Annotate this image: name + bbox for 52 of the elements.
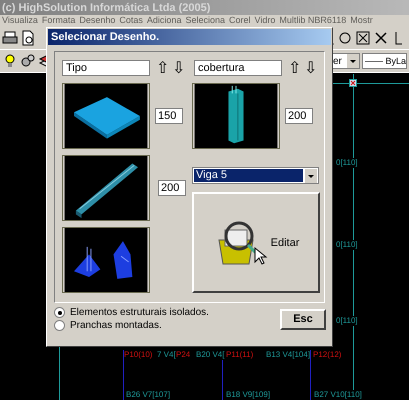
drawing-label: B20 V4[ <box>196 350 224 360</box>
menu-item[interactable]: Desenho <box>79 15 116 26</box>
size-field[interactable]: 200 <box>285 108 313 124</box>
size-field[interactable]: 150 <box>155 108 183 124</box>
menu-item[interactable]: Seleciona <box>185 15 225 26</box>
drawing-label: P24 <box>176 350 190 360</box>
menu-item[interactable]: Cotas <box>119 15 143 26</box>
window-title: (c) HighSolution Informática Ltda (2005) <box>2 2 210 14</box>
radio-option[interactable]: Pranchas montadas. <box>54 320 209 331</box>
menu-item[interactable]: Adiciona <box>146 15 182 26</box>
drawing-label: B18 V9[109] <box>226 390 270 400</box>
arrow-button[interactable]: ⇧ <box>288 60 298 76</box>
arrow-button[interactable]: ⇩ <box>172 60 182 76</box>
menu-item[interactable]: Formata <box>42 15 76 26</box>
dialog-title: Selecionar Desenho. <box>51 31 160 43</box>
type-field[interactable]: Tipo <box>62 60 150 76</box>
element-dropdown[interactable]: Viga 5 <box>192 167 319 184</box>
arrow-button[interactable]: ⇧ <box>156 60 166 76</box>
footing-render-drawing[interactable] <box>62 227 150 293</box>
slab-render-drawing[interactable] <box>62 83 150 149</box>
linetype-dropdown[interactable]: —— ByLa <box>362 53 407 69</box>
drawing-label: 0[110] <box>336 240 358 250</box>
drawing-label: 0[110] <box>336 158 358 168</box>
page-preview-icon[interactable] <box>20 30 36 46</box>
circle-icon[interactable] <box>337 30 353 46</box>
drawing-label: B13 V4[104] <box>266 350 310 360</box>
menu-item[interactable]: Visualiza <box>2 15 38 26</box>
beam-render-drawing[interactable] <box>62 155 150 221</box>
boxed-cross-icon[interactable] <box>355 30 371 46</box>
arrow-button[interactable]: ⇩ <box>304 60 314 76</box>
menu-item[interactable]: Vidro <box>254 15 276 26</box>
menu-item[interactable]: Corel <box>228 15 250 26</box>
drawing-label: P11(11) <box>226 350 254 360</box>
esc-button[interactable]: Esc <box>280 308 326 330</box>
menu-item[interactable]: Mostr <box>350 15 373 26</box>
edit-button[interactable]: Editar <box>192 192 320 293</box>
drawing-label: P12(12) <box>313 350 342 360</box>
radio-button[interactable] <box>54 320 65 331</box>
drawing-label: B27 V10[110] <box>314 390 362 400</box>
drawing-label: B26 V7[107] <box>126 390 170 400</box>
drawing-label: 7 V4[ <box>157 350 176 360</box>
drawing-label: 0[110] <box>336 316 358 326</box>
size-field[interactable]: 200 <box>158 180 186 196</box>
menu-item[interactable]: Multlib NBR6118 <box>279 15 346 26</box>
cross-icon[interactable] <box>373 30 389 46</box>
radio-button[interactable] <box>54 307 65 318</box>
radio-option[interactable]: Elementos estruturais isolados. <box>54 307 209 318</box>
drawing-label: P10(10) <box>124 350 152 360</box>
column-render-drawing[interactable] <box>192 83 280 149</box>
gears-icon[interactable] <box>20 53 36 69</box>
category-field[interactable]: cobertura <box>194 60 282 76</box>
printer-icon[interactable] <box>2 30 18 46</box>
